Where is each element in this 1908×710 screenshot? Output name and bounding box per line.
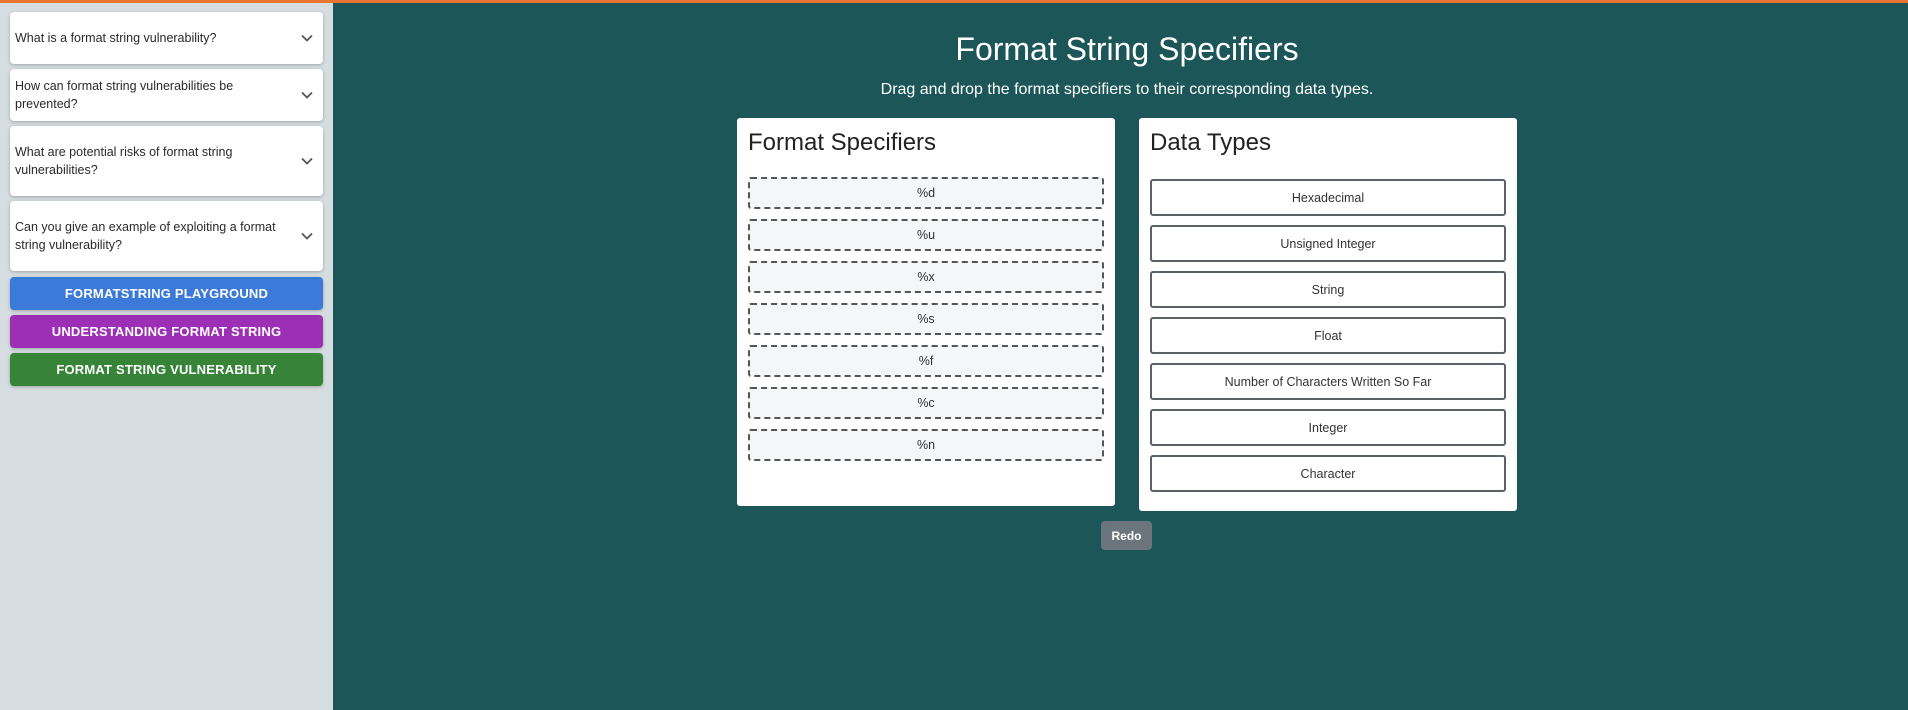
specifier-item[interactable]: %d <box>748 177 1104 209</box>
data-type-dropzone[interactable]: Character <box>1150 455 1506 492</box>
page-subtitle: Drag and drop the format specifiers to t… <box>880 81 1374 98</box>
specifier-item[interactable]: %s <box>748 303 1104 335</box>
page-title: Format String Specifiers <box>955 31 1299 67</box>
faq-question: Can you give an example of exploiting a … <box>15 220 276 252</box>
specifier-item[interactable]: %n <box>748 429 1104 461</box>
faq-question: What are potential risks of format strin… <box>15 145 233 177</box>
faq-item-prevention[interactable]: How can format string vulnerabilities be… <box>10 69 323 121</box>
specifier-item[interactable]: %u <box>748 219 1104 251</box>
data-type-dropzone[interactable]: Unsigned Integer <box>1150 225 1506 262</box>
redo-button[interactable]: Redo <box>1101 521 1152 550</box>
chevron-down-icon <box>299 153 315 169</box>
data-type-dropzone[interactable]: Hexadecimal <box>1150 179 1506 216</box>
chevron-down-icon <box>299 87 315 103</box>
format-string-vulnerability-button[interactable]: FORMAT STRING VULNERABILITY <box>10 353 323 386</box>
main-content: Format String Specifiers Drag and drop t… <box>333 3 1908 710</box>
data-type-dropzone[interactable]: String <box>1150 271 1506 308</box>
data-type-dropzone[interactable]: Integer <box>1150 409 1506 446</box>
data-type-dropzone[interactable]: Float <box>1150 317 1506 354</box>
faq-question: How can format string vulnerabilities be… <box>15 79 234 111</box>
chevron-down-icon <box>299 30 315 46</box>
format-specifiers-heading: Format Specifiers <box>748 129 937 156</box>
data-type-dropzone[interactable]: Number of Characters Written So Far <box>1150 363 1506 400</box>
understanding-format-string-button[interactable]: UNDERSTANDING FORMAT STRING <box>10 315 323 348</box>
formatstring-playground-button[interactable]: FORMATSTRING PLAYGROUND <box>10 277 323 310</box>
data-types-heading: Data Types <box>1150 129 1271 156</box>
specifier-item[interactable]: %c <box>748 387 1104 419</box>
sidebar: What is a format string vulnerability? H… <box>0 3 333 710</box>
format-specifiers-panel: Format Specifiers %d %u %x %s %f %c %n <box>737 118 1115 506</box>
data-types-panel: Data Types Hexadecimal Unsigned Integer … <box>1139 118 1517 511</box>
chevron-down-icon <box>299 228 315 244</box>
faq-question: What is a format string vulnerability? <box>15 31 217 45</box>
specifier-item[interactable]: %f <box>748 345 1104 377</box>
faq-item-example[interactable]: Can you give an example of exploiting a … <box>10 201 323 271</box>
faq-item-risks[interactable]: What are potential risks of format strin… <box>10 126 323 196</box>
specifier-item[interactable]: %x <box>748 261 1104 293</box>
faq-item-what-is[interactable]: What is a format string vulnerability? <box>10 12 323 64</box>
